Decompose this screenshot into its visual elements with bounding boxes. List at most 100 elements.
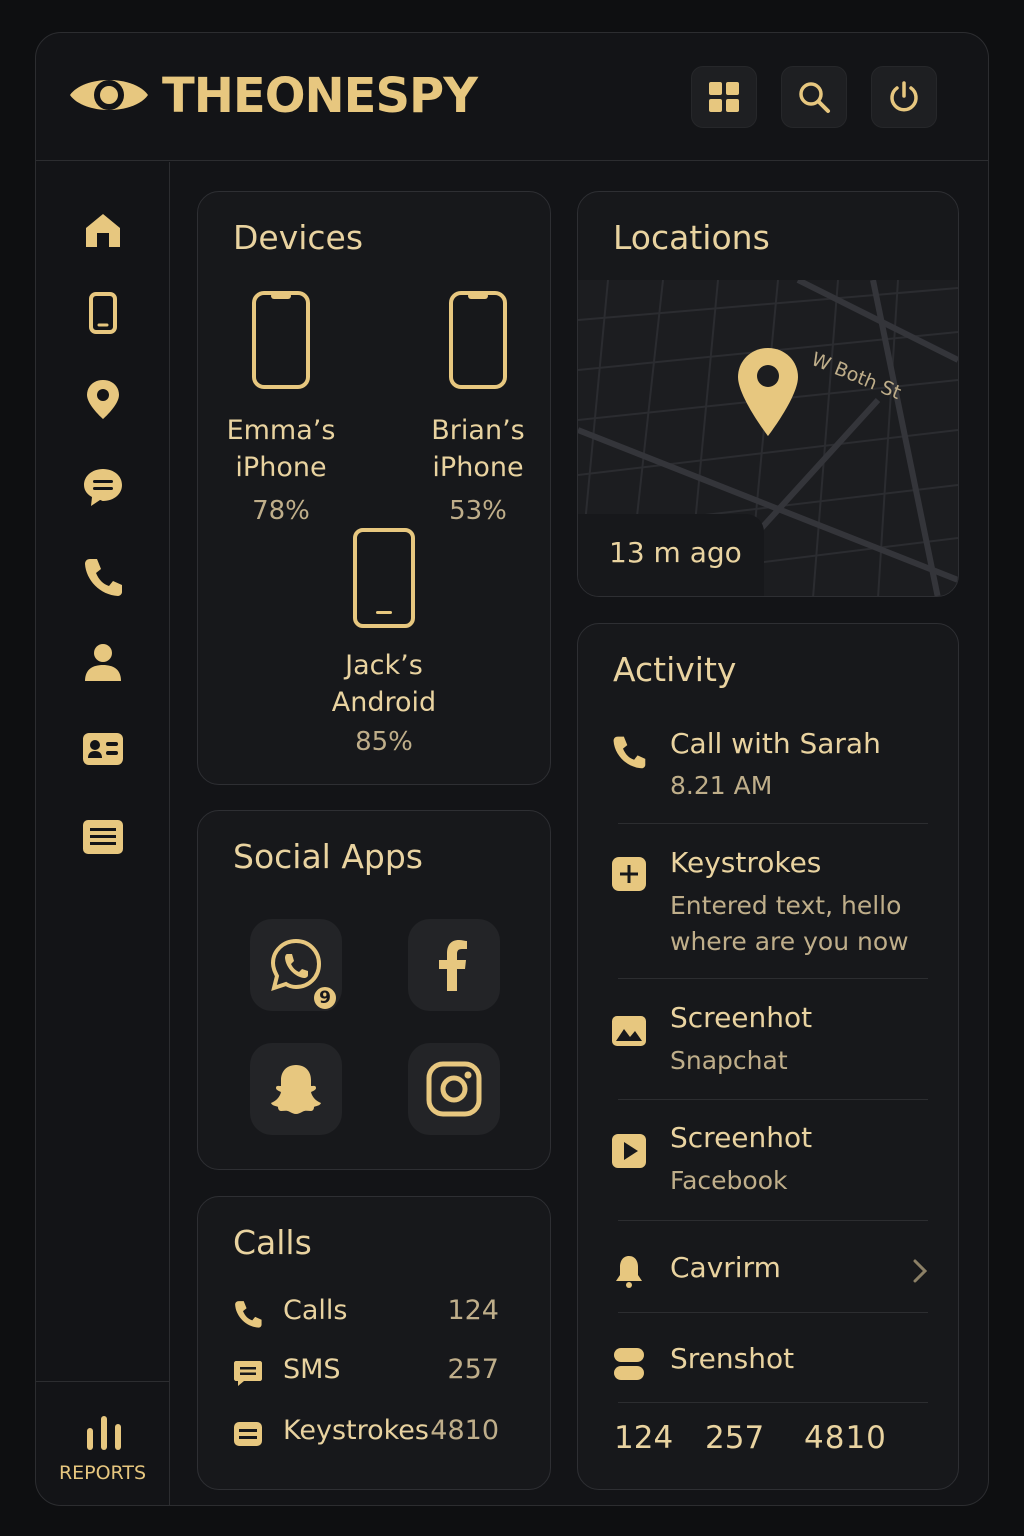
calls-row-sms[interactable]: SMS 257: [233, 1352, 499, 1392]
sidebar-item-devices[interactable]: [80, 290, 126, 336]
activity-title-text: Keystrokes: [670, 846, 822, 879]
facebook-icon: [439, 940, 467, 991]
divider: [618, 1312, 928, 1313]
activity-title-text: Screenhot: [670, 1001, 813, 1034]
total-sms: 257: [705, 1420, 765, 1456]
eye-logo-icon: [70, 80, 148, 110]
device-battery: 53%: [449, 496, 507, 526]
app-whatsapp[interactable]: 9: [250, 919, 342, 1011]
iphone-icon: [252, 291, 310, 389]
activity-card: Activity Call with Sarah 8.21 AM Keystro…: [577, 623, 959, 1490]
calls-row-label: Calls: [283, 1295, 348, 1326]
sidebar-item-messages[interactable]: [80, 464, 126, 510]
device-name-line1: Jack’s: [345, 650, 423, 681]
divider: [618, 978, 928, 979]
activity-item-call[interactable]: Call with Sarah 8.21 AM: [578, 722, 958, 822]
divider: [618, 1220, 928, 1221]
divider: [618, 823, 928, 824]
search-button[interactable]: [781, 66, 847, 128]
social-apps-card: Social Apps 9: [197, 810, 551, 1170]
app-snapchat[interactable]: [250, 1043, 342, 1135]
devices-card: Devices Emma’s iPhone 78% Brian’s iPhone…: [197, 191, 551, 785]
call-icon: [235, 1301, 262, 1328]
chat-icon: [84, 469, 122, 506]
device-battery: 78%: [252, 496, 310, 526]
grid-button[interactable]: [691, 66, 757, 128]
calls-row-value: 124: [447, 1295, 499, 1326]
brand-name: THEONESPY: [162, 68, 478, 124]
calls-row-calls[interactable]: Calls 124: [233, 1293, 499, 1333]
activity-sub-text: Snapchat: [670, 1046, 788, 1075]
activity-item-srenshot[interactable]: Srenshot: [578, 1340, 958, 1390]
stack-icon: [614, 1348, 644, 1380]
instagram-icon: [426, 1061, 482, 1117]
calls-title: Calls: [233, 1223, 312, 1262]
activity-sub-text: 8.21 AM: [670, 771, 773, 800]
activity-item-screenshot-snapchat[interactable]: Screenhot Snapchat: [578, 1001, 958, 1101]
activity-title-text: Call with Sarah: [670, 727, 881, 760]
play-icon: [612, 1134, 646, 1168]
calls-row-keystrokes[interactable]: Keystrokes 4810: [233, 1413, 499, 1453]
total-keystrokes: 4810: [804, 1420, 887, 1456]
calls-row-value: 4810: [430, 1415, 499, 1446]
reports-label: REPORTS: [58, 1462, 147, 1484]
sidebar-item-home[interactable]: [80, 207, 126, 253]
sidebar-item-locations[interactable]: [80, 376, 126, 422]
image-icon: [612, 1016, 646, 1046]
activity-item-screenshot-facebook[interactable]: Screenhot Facebook: [578, 1121, 958, 1221]
plus-box-icon: [612, 857, 646, 891]
android-phone-icon: [353, 528, 415, 628]
notes-icon: [83, 820, 123, 854]
call-icon: [613, 736, 646, 769]
home-icon: [86, 214, 120, 247]
activity-title-text: Srenshot: [670, 1342, 795, 1375]
bar-chart-icon: [87, 1416, 121, 1450]
divider: [618, 1099, 928, 1100]
devices-title: Devices: [233, 218, 364, 257]
calls-row-value: 257: [447, 1354, 499, 1385]
device-battery: 85%: [355, 727, 413, 757]
power-button[interactable]: [871, 66, 937, 128]
activity-sub-text: where are you now: [670, 927, 909, 956]
activity-item-keystrokes[interactable]: Keystrokes Entered text, hello where are…: [578, 846, 958, 976]
last-seen: 13 m ago: [609, 536, 742, 569]
iphone-icon: [449, 291, 507, 389]
activity-item-cavrirm[interactable]: Cavrirm: [578, 1249, 958, 1299]
activity-sub-text: Entered text, hello: [670, 891, 902, 920]
sidebar-item-calls[interactable]: [80, 554, 126, 600]
user-icon: [85, 644, 121, 681]
app-facebook[interactable]: [408, 919, 500, 1011]
grid-icon: [709, 82, 739, 112]
device-name-line1: Emma’s: [226, 415, 336, 446]
locations-title: Locations: [613, 218, 770, 257]
device-emma[interactable]: Emma’s iPhone 78%: [201, 290, 361, 526]
device-name-line1: Brian’s: [431, 415, 525, 446]
device-jack[interactable]: Jack’s Android 85%: [304, 527, 464, 757]
device-brian[interactable]: Brian’s iPhone 53%: [398, 290, 550, 526]
sidebar-item-contacts[interactable]: [80, 639, 126, 685]
last-seen-box: 13 m ago: [578, 514, 764, 596]
activity-title-text: Cavrirm: [670, 1251, 781, 1284]
activity-title: Activity: [613, 650, 737, 689]
bell-icon: [616, 1256, 642, 1288]
phone-icon: [89, 292, 117, 334]
calls-card: Calls Calls 124 SMS 257 Keystrokes 4810: [197, 1196, 551, 1490]
sidebar-item-cards[interactable]: [80, 726, 126, 772]
app-frame: THEONESPY REPORTS Devices Emma’s iPhone …: [35, 32, 989, 1506]
total-calls: 124: [614, 1420, 674, 1456]
calls-row-label: Keystrokes: [283, 1415, 429, 1446]
snapchat-icon: [271, 1065, 321, 1114]
chevron-right-icon: [913, 1259, 928, 1283]
app-instagram[interactable]: [408, 1043, 500, 1135]
top-header: THEONESPY: [36, 33, 988, 161]
device-name-line2: Android: [331, 687, 437, 718]
sidebar-item-notes[interactable]: [80, 814, 126, 860]
power-icon: [890, 81, 918, 112]
sms-icon: [234, 1361, 262, 1386]
reports-nav[interactable]: REPORTS: [36, 1381, 169, 1505]
calls-row-label: SMS: [283, 1354, 341, 1385]
device-name-line2: iPhone: [235, 452, 327, 483]
search-icon: [799, 82, 830, 113]
divider: [618, 1402, 928, 1403]
device-name-line2: iPhone: [432, 452, 524, 483]
